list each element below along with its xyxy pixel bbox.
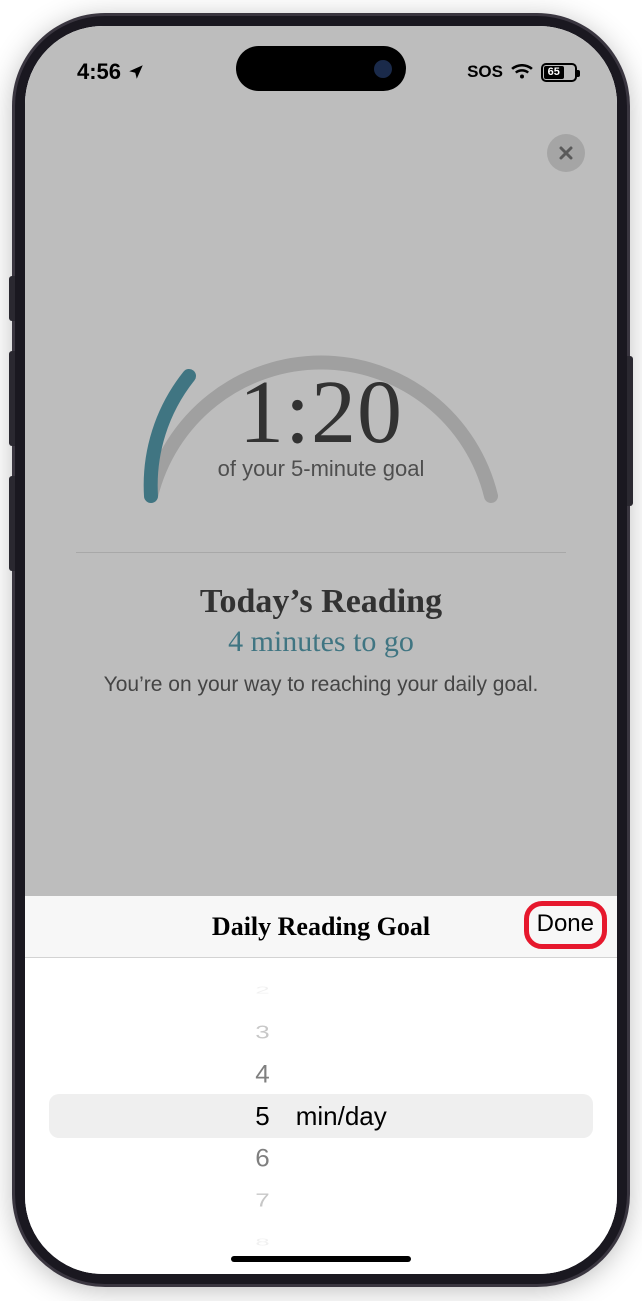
- dynamic-island: [236, 46, 406, 91]
- battery-level: 65: [544, 66, 564, 79]
- progress-gauge: 1:20 of your 5-minute goal: [111, 276, 531, 516]
- picker-unit-label: min/day: [296, 1101, 387, 1132]
- location-arrow-icon: [127, 63, 145, 81]
- divider: [76, 552, 566, 553]
- picker-option[interactable]: 8: [255, 1234, 269, 1251]
- close-icon: [558, 145, 574, 161]
- done-highlight-annotation: Done: [524, 901, 607, 949]
- front-camera-icon: [374, 60, 392, 78]
- picker-option-selected[interactable]: 5: [255, 1095, 269, 1137]
- close-button[interactable]: [547, 134, 585, 172]
- picker-option[interactable]: 7: [255, 1185, 269, 1214]
- picker-option[interactable]: 3: [255, 1017, 269, 1046]
- picker-option[interactable]: 2: [255, 982, 269, 999]
- picker-number-wheel[interactable]: 2 3 4 5 6 7 8: [255, 969, 269, 1263]
- side-button-right: [627, 356, 633, 536]
- status-time-group: 4:56: [77, 59, 145, 85]
- today-heading: Today’s Reading: [200, 583, 442, 621]
- encouragement-text: You’re on your way to reaching your dail…: [104, 673, 539, 697]
- minutes-remaining: 4 minutes to go: [228, 625, 414, 659]
- sheet-header: Daily Reading Goal Done: [25, 896, 617, 958]
- picker-option[interactable]: 6: [255, 1138, 269, 1178]
- status-time: 4:56: [77, 59, 121, 85]
- screen: 4:56 SOS 65: [25, 26, 617, 1274]
- status-right-group: SOS 65: [467, 62, 577, 82]
- home-indicator[interactable]: [231, 1256, 411, 1262]
- wifi-icon: [511, 64, 533, 80]
- goal-subtitle: of your 5-minute goal: [111, 456, 531, 482]
- reading-goal-panel: 1:20 of your 5-minute goal Today’s Readi…: [25, 276, 617, 697]
- battery-icon: 65: [541, 63, 577, 82]
- sheet-title: Daily Reading Goal: [212, 912, 430, 942]
- elapsed-time: 1:20: [111, 361, 531, 464]
- picker-option[interactable]: 4: [255, 1054, 269, 1094]
- minutes-picker[interactable]: 2 3 4 5 6 7 8 min/day: [25, 958, 617, 1274]
- side-buttons-left: [9, 276, 15, 601]
- done-button[interactable]: Done: [537, 910, 594, 938]
- sos-indicator: SOS: [467, 62, 503, 82]
- phone-frame: 4:56 SOS 65: [15, 16, 627, 1284]
- goal-picker-sheet: Daily Reading Goal Done 2 3 4 5 6 7 8: [25, 896, 617, 1274]
